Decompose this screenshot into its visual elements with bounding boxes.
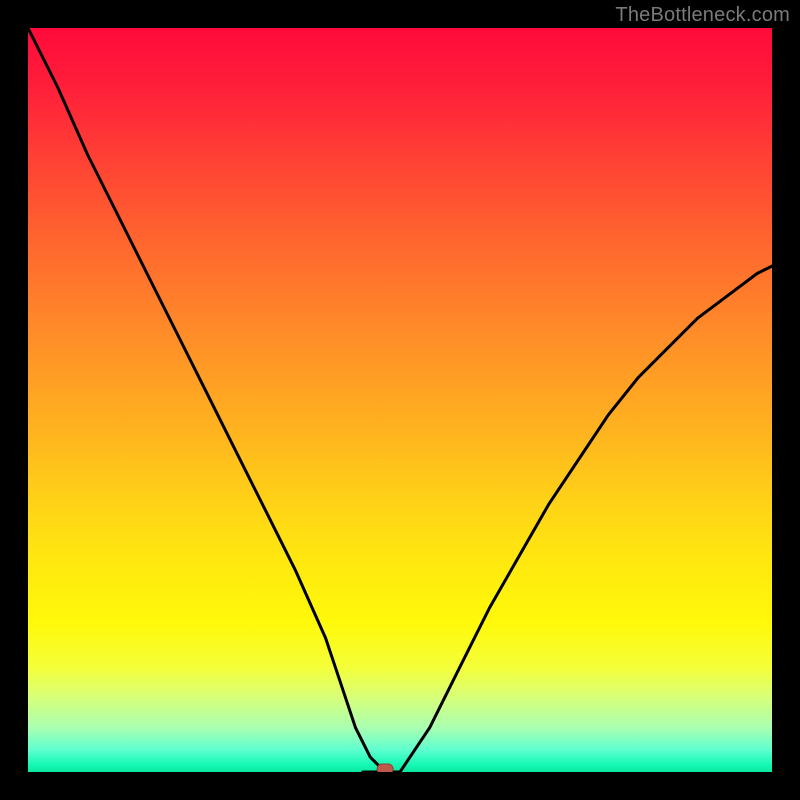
curve-path	[28, 28, 772, 772]
chart-frame: TheBottleneck.com	[0, 0, 800, 800]
plot-area	[28, 28, 772, 772]
minimum-marker	[377, 764, 393, 772]
bottleneck-curve	[28, 28, 772, 772]
watermark-text: TheBottleneck.com	[615, 4, 790, 27]
